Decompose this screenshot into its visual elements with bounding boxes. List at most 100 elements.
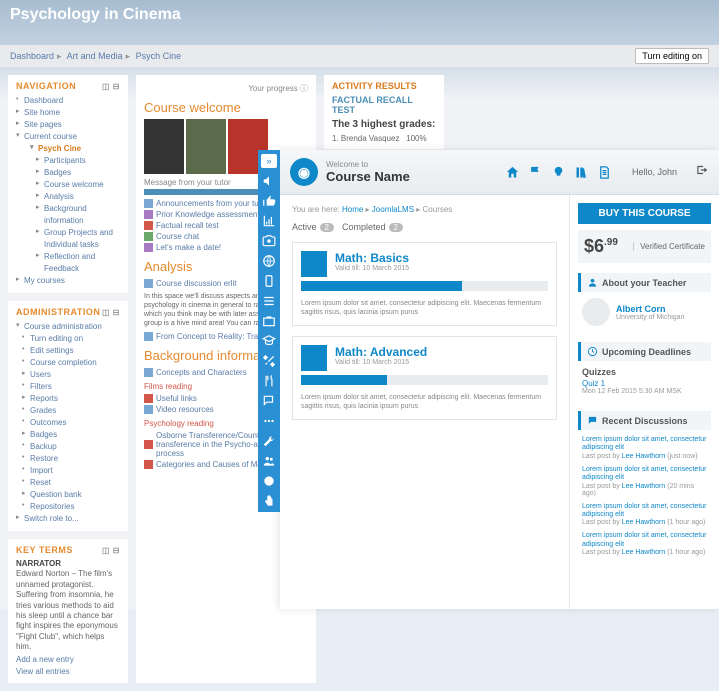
graduation-icon[interactable]: [262, 334, 276, 348]
camera-icon[interactable]: [262, 234, 276, 248]
globe-icon[interactable]: [262, 254, 276, 268]
dots-icon[interactable]: [262, 414, 276, 428]
hand-icon[interactable]: [262, 494, 276, 508]
nav-sub[interactable]: Reflection and Feedback: [36, 251, 120, 275]
cutlery-icon[interactable]: [262, 374, 276, 388]
admin-item[interactable]: Course completion: [22, 357, 120, 369]
bc-dashboard[interactable]: Dashboard: [10, 51, 54, 61]
page-icon: [144, 405, 153, 414]
nav-current-course[interactable]: Psych Cine: [30, 143, 120, 155]
nav-sub[interactable]: Analysis: [36, 191, 120, 203]
joomla-sidebar: BUY THIS COURSE $6.99 Verified Certifica…: [569, 195, 719, 609]
quiz-link[interactable]: Quiz 1: [582, 379, 707, 388]
tools-icon[interactable]: [262, 354, 276, 368]
course-title-link[interactable]: Math: Basics: [335, 251, 409, 265]
block-controls-icon[interactable]: ◫ ⊟: [102, 546, 120, 555]
admin-item[interactable]: Edit settings: [22, 345, 120, 357]
url-icon: [144, 394, 153, 403]
course-title-link[interactable]: Math: Advanced: [335, 345, 427, 359]
world-icon[interactable]: [262, 474, 276, 488]
list-icon[interactable]: [262, 294, 276, 308]
price-box: $6.99 Verified Certificate: [578, 230, 711, 263]
turn-editing-on-button[interactable]: Turn editing on: [635, 48, 709, 64]
nav-item[interactable]: Current course Psych Cine Participants B…: [16, 131, 120, 275]
block-controls-icon[interactable]: ◫ ⊟: [102, 308, 120, 317]
admin-item[interactable]: Badges: [22, 429, 120, 441]
discussion-item[interactable]: Lorem ipsum dolor sit amet, consectetur …: [582, 466, 707, 497]
nav-item[interactable]: Site pages: [16, 119, 120, 131]
movie-poster: [186, 119, 226, 174]
admin-item[interactable]: Users: [22, 369, 120, 381]
course-tabs: Active2 Completed2: [292, 222, 557, 232]
nav-sub[interactable]: Background information: [36, 203, 120, 227]
nav-item[interactable]: Dashboard: [16, 95, 120, 107]
bc-category[interactable]: Art and Media: [67, 51, 123, 61]
ar-test[interactable]: FACTUAL RECALL TEST: [332, 95, 436, 115]
admin-item[interactable]: Outcomes: [22, 417, 120, 429]
wrench-icon[interactable]: [262, 434, 276, 448]
buy-course-button[interactable]: BUY THIS COURSE: [578, 203, 711, 224]
users-icon[interactable]: [262, 454, 276, 468]
tab-completed[interactable]: Completed2: [342, 222, 403, 232]
books-icon[interactable]: [574, 165, 589, 180]
nav-item[interactable]: Site home: [16, 107, 120, 119]
progress-bar: [301, 281, 548, 291]
discussion-item[interactable]: Lorem ipsum dolor sit amet, consectetur …: [582, 503, 707, 527]
nav-sub[interactable]: Course welcome: [36, 179, 120, 191]
count-badge: 2: [389, 223, 403, 232]
cert-label: Verified Certificate: [633, 242, 705, 251]
admin-item[interactable]: Question bank: [22, 489, 120, 501]
document-icon[interactable]: [597, 165, 612, 180]
admin-root[interactable]: Course administration: [16, 321, 120, 333]
phone-icon[interactable]: [262, 274, 276, 288]
admin-item[interactable]: Restore: [22, 453, 120, 465]
nav-sub[interactable]: Participants: [36, 155, 120, 167]
thumbs-up-icon[interactable]: [262, 194, 276, 208]
expand-arrow-icon[interactable]: »: [261, 154, 277, 168]
keyterm-add-link[interactable]: Add a new entry: [16, 655, 120, 665]
joomla-app: ◉ Welcome to Course Name Hello, John You…: [280, 150, 719, 609]
admin-item[interactable]: Backup: [22, 441, 120, 453]
bc-course[interactable]: Psych Cine: [136, 51, 182, 61]
admin-item[interactable]: Reports: [22, 393, 120, 405]
nav-sub[interactable]: Badges: [36, 167, 120, 179]
discussion-item[interactable]: Lorem ipsum dolor sit amet, consectetur …: [582, 436, 707, 460]
home-icon[interactable]: [505, 165, 520, 180]
quiz-group: Quizzes: [582, 367, 707, 377]
discussions-widget: Recent Discussions Lorem ipsum dolor sit…: [578, 411, 711, 568]
forum-icon: [144, 279, 153, 288]
megaphone-icon[interactable]: [262, 174, 276, 188]
logout-button[interactable]: [695, 163, 709, 182]
breadcrumb: Dashboard▸ Art and Media▸ Psych Cine: [10, 51, 181, 62]
admin-item[interactable]: Import: [22, 465, 120, 477]
admin-item[interactable]: Grades: [22, 405, 120, 417]
course-valid-date: Valid till: 10 March 2015: [335, 265, 409, 272]
course-desc: Lorem ipsum dolor sit amet, consectetur …: [301, 393, 548, 411]
admin-item[interactable]: Repositories: [22, 501, 120, 513]
breadcrumb-bar: Dashboard▸ Art and Media▸ Psych Cine Tur…: [0, 45, 719, 67]
count-badge: 2: [320, 223, 334, 232]
bc-link[interactable]: JoomlaLMS: [372, 205, 414, 214]
briefcase-icon[interactable]: [262, 314, 276, 328]
admin-switch-role[interactable]: Switch role to...: [16, 513, 120, 525]
block-controls-icon[interactable]: ◫ ⊟: [102, 82, 120, 91]
admin-heading: ADMINISTRATION: [16, 307, 100, 317]
quiz-icon: [144, 210, 153, 219]
keyterm-view-link[interactable]: View all entries: [16, 667, 120, 677]
keyterm-desc: Edward Norton – The film's unnamed prota…: [16, 569, 120, 652]
tab-active[interactable]: Active2: [292, 222, 334, 232]
course-desc: Lorem ipsum dolor sit amet, consectetur …: [301, 299, 548, 317]
flag-icon[interactable]: [528, 165, 543, 180]
teacher-name[interactable]: Albert Corn: [616, 304, 684, 314]
admin-item[interactable]: Turn editing on: [22, 333, 120, 345]
admin-item[interactable]: Reset: [22, 477, 120, 489]
chart-icon[interactable]: [262, 214, 276, 228]
user-icon: [587, 277, 598, 288]
admin-item[interactable]: Filters: [22, 381, 120, 393]
discussion-item[interactable]: Lorem ipsum dolor sit amet, consectetur …: [582, 532, 707, 556]
bc-link[interactable]: Home: [342, 205, 363, 214]
bulb-icon[interactable]: [551, 165, 566, 180]
chat-icon[interactable]: [262, 394, 276, 408]
nav-sub[interactable]: Group Projects and Individual tasks: [36, 227, 120, 251]
nav-my-courses[interactable]: My courses: [16, 275, 120, 287]
